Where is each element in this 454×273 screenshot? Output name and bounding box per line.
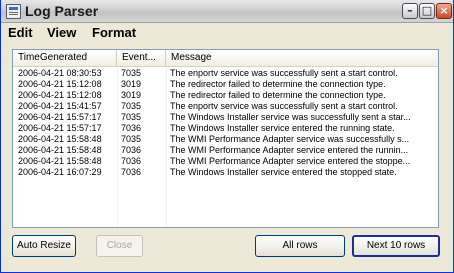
cell-message: The Windows Installer service entered th… bbox=[170, 123, 395, 133]
maximize-icon[interactable]: □ bbox=[419, 3, 435, 19]
cell-event: 7036 bbox=[121, 123, 142, 133]
cell-message: The redirector failed to determine the c… bbox=[170, 90, 386, 100]
cell-event: 7035 bbox=[121, 68, 142, 78]
log-parser-window: Log Parser – □ × Edit View Format TimeGe… bbox=[0, 0, 454, 273]
auto-resize-button[interactable]: Auto Resize bbox=[12, 235, 76, 257]
cell-message: The WMI Performance Adapter service was … bbox=[170, 134, 410, 144]
table-row[interactable]: 2006-04-21 15:12:08 3019 The redirector … bbox=[13, 90, 438, 101]
cell-time: 2006-04-21 15:58:48 bbox=[18, 156, 102, 166]
list-header: TimeGenerated Event... Message bbox=[13, 50, 438, 67]
cell-time: 2006-04-21 15:41:57 bbox=[18, 101, 102, 111]
cell-message: The enportv service was successfully sen… bbox=[170, 68, 398, 78]
cell-message: The WMI Performance Adapter service ente… bbox=[170, 156, 411, 166]
cell-message: The Windows Installer service was succes… bbox=[170, 112, 411, 122]
table-row[interactable]: 2006-04-21 15:57:17 7036 The Windows Ins… bbox=[13, 123, 438, 134]
cell-time: 2006-04-21 15:58:48 bbox=[18, 134, 102, 144]
cell-event: 7035 bbox=[121, 112, 142, 122]
title-bar[interactable]: Log Parser – □ × bbox=[1, 0, 453, 23]
column-header-event[interactable]: Event... bbox=[117, 50, 166, 66]
cell-event: 7036 bbox=[121, 156, 142, 166]
table-row[interactable]: 2006-04-21 15:12:08 3019 The redirector … bbox=[13, 79, 438, 90]
cell-message: The WMI Performance Adapter service ente… bbox=[170, 145, 409, 155]
cell-message: The Windows Installer service entered th… bbox=[170, 167, 397, 177]
log-results-list[interactable]: TimeGenerated Event... Message 2006-04-2… bbox=[12, 49, 439, 228]
cell-time: 2006-04-21 16:07:29 bbox=[18, 167, 102, 177]
status-bar bbox=[1, 264, 453, 272]
next-10-rows-button[interactable]: Next 10 rows bbox=[352, 235, 440, 257]
window-title: Log Parser bbox=[25, 3, 99, 19]
table-row[interactable]: 2006-04-21 08:30:53 7035 The enportv ser… bbox=[13, 68, 438, 79]
menu-format[interactable]: Format bbox=[92, 23, 136, 43]
cell-time: 2006-04-21 15:12:08 bbox=[18, 79, 102, 89]
cell-time: 2006-04-21 15:58:48 bbox=[18, 145, 102, 155]
app-icon bbox=[6, 4, 21, 19]
close-button: Close bbox=[96, 235, 143, 257]
cell-event: 7035 bbox=[121, 101, 142, 111]
cell-message: The redirector failed to determine the c… bbox=[170, 79, 386, 89]
all-rows-button[interactable]: All rows bbox=[255, 235, 345, 257]
menu-bar: Edit View Format bbox=[1, 23, 453, 43]
table-row[interactable]: 2006-04-21 15:58:48 7036 The WMI Perform… bbox=[13, 156, 438, 167]
table-row[interactable]: 2006-04-21 15:41:57 7035 The enportv ser… bbox=[13, 101, 438, 112]
close-icon[interactable]: × bbox=[436, 3, 452, 19]
cell-message: The enportv service was successfully sen… bbox=[170, 101, 398, 111]
cell-event: 7035 bbox=[121, 134, 142, 144]
cell-event: 7036 bbox=[121, 167, 142, 177]
column-header-timegenerated[interactable]: TimeGenerated bbox=[13, 50, 117, 66]
table-row[interactable]: 2006-04-21 15:58:48 7035 The WMI Perform… bbox=[13, 134, 438, 145]
cell-time: 2006-04-21 08:30:53 bbox=[18, 68, 102, 78]
table-row[interactable]: 2006-04-21 15:58:48 7036 The WMI Perform… bbox=[13, 145, 438, 156]
menu-edit[interactable]: Edit bbox=[8, 23, 33, 43]
table-row[interactable]: 2006-04-21 16:07:29 7036 The Windows Ins… bbox=[13, 167, 438, 178]
column-header-message[interactable]: Message bbox=[166, 50, 438, 66]
minimize-icon[interactable]: – bbox=[402, 3, 418, 19]
cell-event: 3019 bbox=[121, 79, 142, 89]
cell-event: 7036 bbox=[121, 145, 142, 155]
cell-time: 2006-04-21 15:57:17 bbox=[18, 112, 102, 122]
cell-time: 2006-04-21 15:12:08 bbox=[18, 90, 102, 100]
menu-view[interactable]: View bbox=[47, 23, 76, 43]
cell-event: 3019 bbox=[121, 90, 142, 100]
cell-time: 2006-04-21 15:57:17 bbox=[18, 123, 102, 133]
table-row[interactable]: 2006-04-21 15:57:17 7035 The Windows Ins… bbox=[13, 112, 438, 123]
